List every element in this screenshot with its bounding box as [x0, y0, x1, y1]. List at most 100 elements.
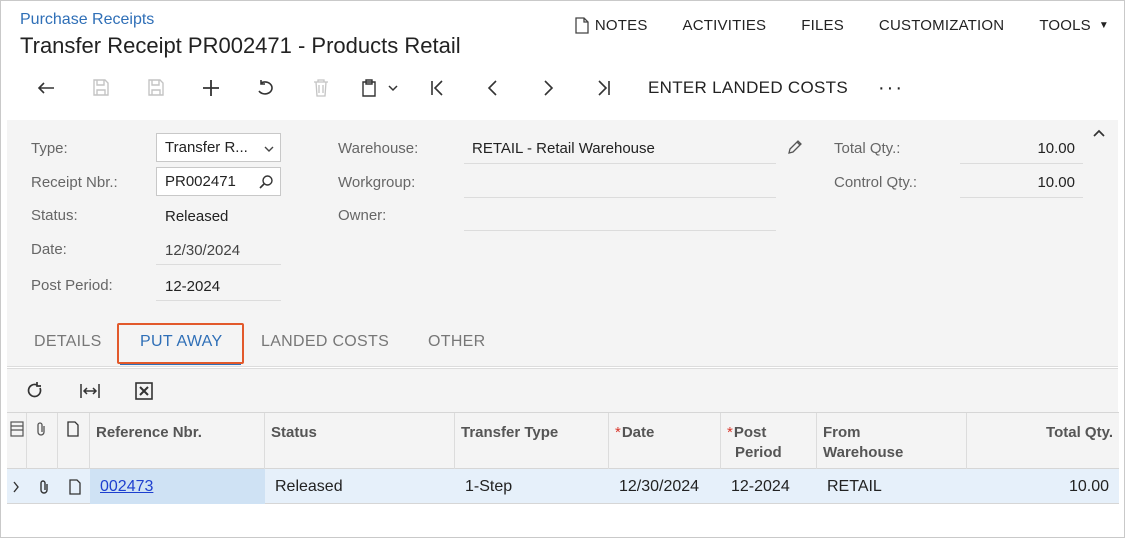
col-from-warehouse-label-2: Warehouse — [823, 444, 904, 461]
add-button[interactable] — [183, 70, 238, 106]
warehouse-underline — [464, 163, 776, 164]
notes-button[interactable]: NOTES — [575, 17, 648, 34]
activities-button[interactable]: ACTIVITIES — [683, 17, 767, 34]
col-total-qty[interactable]: Total Qty. — [967, 413, 1119, 469]
total-qty-label: Total Qty.: — [834, 140, 901, 157]
cell-post-period: 12-2024 — [731, 477, 790, 495]
back-arrow-icon — [37, 82, 54, 94]
row-expander[interactable] — [12, 469, 27, 504]
cell-reference-nbr[interactable]: 002473 — [90, 469, 265, 504]
attachment-header — [27, 413, 58, 469]
col-date[interactable]: *Date — [609, 413, 721, 469]
control-qty-underline — [960, 197, 1083, 198]
owner-label: Owner: — [338, 207, 387, 224]
col-reference-nbr[interactable]: Reference Nbr. — [90, 413, 265, 469]
receipt-nbr-field[interactable]: PR002471 — [156, 167, 281, 196]
delete-button[interactable] — [293, 70, 348, 106]
row-selector-header[interactable] — [7, 413, 27, 469]
cancel-button[interactable] — [238, 70, 293, 106]
save-button[interactable] — [128, 70, 183, 106]
copy-paste-button[interactable] — [348, 70, 410, 106]
tools-menu[interactable]: TOOLS ▼ — [1039, 17, 1109, 34]
col-post-period-line1: *Post — [727, 423, 810, 443]
status-label: Status: — [31, 207, 78, 224]
workgroup-label: Workgroup: — [338, 174, 416, 191]
col-post-period-label-2: Period — [735, 444, 782, 461]
last-icon — [597, 80, 610, 96]
toolbar: ENTER LANDED COSTS ··· — [18, 70, 904, 106]
receipt-nbr-label: Receipt Nbr.: — [31, 174, 118, 191]
next-record-button[interactable] — [520, 70, 575, 106]
cell-status: Released — [275, 477, 343, 495]
back-button[interactable] — [18, 70, 73, 106]
row-attachment[interactable] — [38, 469, 58, 504]
note-header — [58, 413, 90, 469]
paperclip-icon — [40, 479, 48, 494]
workgroup-underline — [464, 197, 776, 198]
caret-down-icon: ▼ — [1098, 20, 1109, 31]
post-period-label: Post Period: — [31, 277, 113, 294]
col-from-warehouse-label-1: From — [823, 424, 861, 441]
type-select[interactable]: Transfer R... — [156, 133, 281, 162]
tab-landed-costs[interactable]: LANDED COSTS — [261, 333, 389, 351]
total-qty-value: 10.00 — [1037, 140, 1075, 157]
chevron-down-icon — [388, 85, 398, 92]
notes-label: NOTES — [594, 17, 648, 34]
export-excel-icon[interactable] — [135, 382, 153, 400]
document-icon — [69, 478, 81, 495]
search-icon — [259, 175, 273, 189]
files-button[interactable]: FILES — [801, 17, 844, 34]
customization-label: CUSTOMIZATION — [878, 17, 1005, 34]
first-record-button[interactable] — [410, 70, 465, 106]
tab-details[interactable]: DETAILS — [34, 333, 102, 351]
breadcrumb[interactable]: Purchase Receipts — [20, 11, 154, 29]
control-qty-value[interactable]: 10.00 — [960, 174, 1075, 191]
fit-to-screen-icon[interactable] — [79, 382, 101, 400]
receipt-nbr-value: PR002471 — [165, 173, 236, 190]
save-close-icon — [92, 79, 109, 96]
save-and-close-button[interactable] — [73, 70, 128, 106]
col-post-period-label-1: Post — [733, 424, 767, 441]
first-icon — [430, 80, 443, 96]
required-marker: * — [727, 424, 733, 441]
chevron-left-icon — [487, 80, 497, 96]
previous-record-button[interactable] — [465, 70, 520, 106]
enter-landed-costs-button[interactable]: ENTER LANDED COSTS — [648, 78, 848, 98]
owner-underline — [464, 230, 776, 231]
page-title: Transfer Receipt PR002471 - Products Ret… — [20, 33, 461, 58]
warehouse-value[interactable]: RETAIL - Retail Warehouse — [472, 140, 655, 157]
status-value: Released — [165, 208, 229, 225]
undo-icon — [257, 80, 273, 95]
chevron-up-icon[interactable] — [1092, 128, 1106, 138]
pencil-icon[interactable] — [786, 138, 804, 156]
date-underline — [156, 264, 281, 265]
grid-header: Reference Nbr. Status Transfer Type *Dat… — [7, 412, 1119, 469]
chevron-right-icon — [543, 80, 553, 96]
cell-date: 12/30/2024 — [619, 477, 700, 495]
type-label: Type: — [31, 140, 68, 157]
control-qty-label: Control Qty.: — [834, 174, 918, 191]
grid-toolbar — [7, 368, 1118, 412]
col-post-period[interactable]: *Post Period — [721, 413, 817, 469]
last-record-button[interactable] — [575, 70, 630, 106]
cell-transfer-type: 1-Step — [465, 477, 513, 495]
col-from-warehouse[interactable]: From Warehouse — [817, 413, 967, 469]
activities-label: ACTIVITIES — [682, 17, 767, 34]
trash-icon — [313, 79, 328, 97]
more-actions-button[interactable]: ··· — [878, 77, 904, 100]
col-status[interactable]: Status — [265, 413, 455, 469]
chevron-right-icon — [13, 481, 19, 492]
customization-button[interactable]: CUSTOMIZATION — [879, 17, 1004, 34]
row-note[interactable] — [69, 469, 89, 504]
top-menu: NOTES ACTIVITIES FILES CUSTOMIZATION TOO… — [575, 17, 1109, 34]
refresh-icon[interactable] — [26, 381, 44, 401]
grid-layout-icon — [10, 421, 24, 437]
date-value: 12/30/2024 — [165, 242, 241, 259]
cell-from-warehouse: RETAIL — [827, 477, 882, 495]
chevron-down-icon — [264, 146, 274, 152]
tab-other[interactable]: OTHER — [428, 333, 486, 351]
paperclip-icon — [37, 422, 45, 436]
table-row[interactable]: 002473 Released 1-Step 12/30/2024 12-202… — [7, 469, 1119, 504]
plus-icon — [202, 80, 219, 96]
col-transfer-type[interactable]: Transfer Type — [455, 413, 609, 469]
